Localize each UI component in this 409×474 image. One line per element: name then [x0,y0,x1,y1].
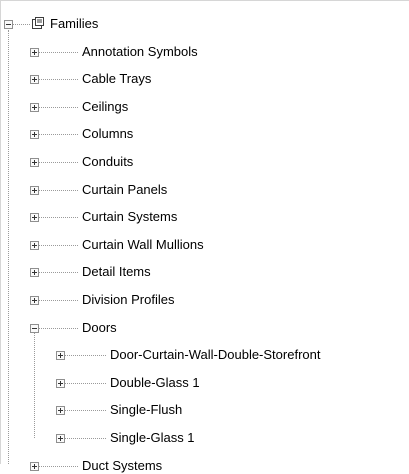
tree-connector-line [39,189,78,191]
expander-curtain-systems[interactable] [30,213,39,223]
project-browser-tree: Families Annotation Symbols Cable Trays Cei… [0,0,409,473]
expander-duct-systems[interactable] [30,461,39,471]
tree-connector-line [39,244,78,246]
tree-node-single-flush[interactable]: Single-Flush [110,402,182,418]
tree-node-division-profiles[interactable]: Division Profiles [82,292,174,308]
tree-node-cable-trays[interactable]: Cable Trays [82,71,151,87]
tree-connector-line [39,79,78,81]
tree-node-conduits[interactable]: Conduits [82,154,133,170]
expander-cable-trays[interactable] [30,75,39,85]
tree-node-families[interactable]: Families [50,16,98,32]
tree-border-top [0,0,409,1]
expander-doors[interactable] [30,323,39,333]
tree-connector-line [39,134,78,136]
tree-node-single-glass-1[interactable]: Single-Glass 1 [110,430,195,446]
tree-node-curtain-systems[interactable]: Curtain Systems [82,209,177,225]
tree-connector-line [39,465,78,467]
tree-node-annotation-symbols[interactable]: Annotation Symbols [82,44,198,60]
tree-connector-line [39,300,78,301]
expander-columns[interactable] [30,130,39,140]
tree-connector-line [65,438,106,439]
tree-connector-line [65,410,106,412]
expander-double-glass-1[interactable] [56,378,65,388]
expander-curtain-wall-mullions[interactable] [30,240,39,250]
expander-single-glass-1[interactable] [56,434,65,443]
tree-border-left [0,0,1,464]
expander-detail-items[interactable] [30,268,39,278]
tree-node-door-curtain-wall-double-storefront[interactable]: Door-Curtain-Wall-Double-Storefront [110,347,320,363]
tree-node-double-glass-1[interactable]: Double-Glass 1 [110,375,200,391]
tree-node-duct-systems[interactable]: Duct Systems [82,458,162,474]
tree-connector-line [13,24,30,25]
tree-connector-line [39,217,78,219]
tree-connector-line [39,327,78,329]
tree-node-columns[interactable]: Columns [82,126,133,142]
tree-node-curtain-wall-mullions[interactable]: Curtain Wall Mullions [82,237,204,253]
expander-door-curtain-wall-double-storefront[interactable] [56,351,65,361]
expander-annotation-symbols[interactable] [30,47,39,57]
expander-root[interactable] [4,20,13,29]
expander-ceilings[interactable] [30,102,39,112]
families-icon [32,17,44,29]
expander-curtain-panels[interactable] [30,185,39,195]
expander-single-flush[interactable] [56,406,65,416]
tree-node-curtain-panels[interactable]: Curtain Panels [82,182,167,198]
tree-connector-line [65,382,106,384]
tree-connector-line [39,272,78,274]
expander-conduits[interactable] [30,158,39,167]
tree-connector-line [39,162,78,163]
expander-division-profiles[interactable] [30,296,39,305]
tree-connector-line [8,30,9,464]
tree-connector-line [39,51,78,53]
tree-node-doors[interactable]: Doors [82,320,117,336]
tree-connector-line [34,332,35,438]
tree-connector-line [39,106,78,108]
tree-node-detail-items[interactable]: Detail Items [82,264,151,280]
tree-connector-line [65,355,106,357]
tree-node-ceilings[interactable]: Ceilings [82,99,128,115]
